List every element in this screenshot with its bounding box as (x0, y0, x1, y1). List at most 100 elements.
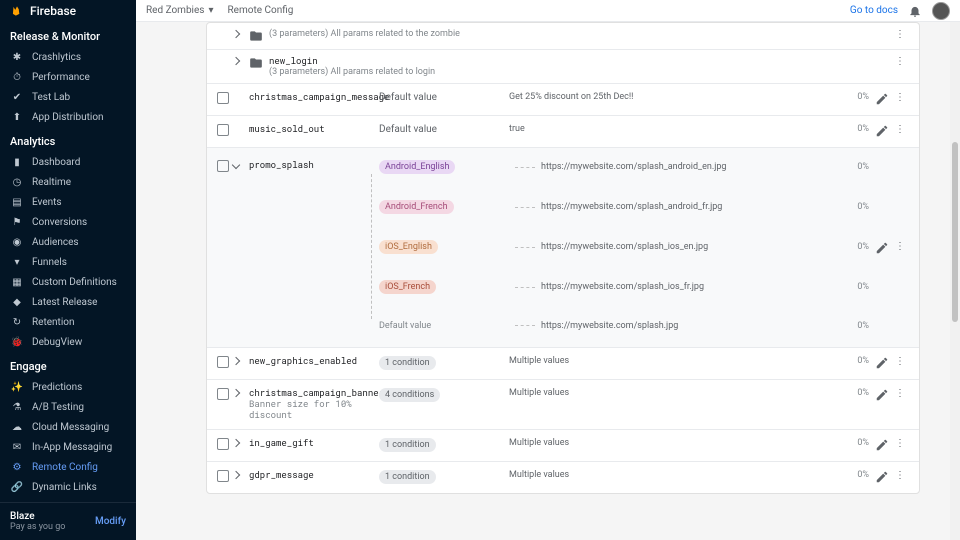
edit-button[interactable] (875, 388, 889, 402)
plan-sub: Pay as you go (10, 522, 65, 532)
row-checkbox[interactable] (217, 356, 229, 368)
predictions-icon: ✨ (10, 380, 24, 394)
nav-events[interactable]: ▤Events (0, 192, 136, 212)
row-menu[interactable]: ⋮ (895, 124, 909, 138)
connector (515, 325, 535, 326)
fetch-pct: 0% (829, 162, 869, 172)
main-content: (3 parameters) All params related to the… (136, 22, 960, 540)
param-value: Multiple values (509, 438, 829, 448)
edit-button[interactable] (875, 356, 889, 370)
param-value: https://mywebsite.com/splash_ios_fr.jpg (541, 282, 829, 292)
nav-latestrelease[interactable]: ◆Latest Release (0, 292, 136, 312)
row-checkbox[interactable] (217, 388, 229, 400)
param-value: https://mywebsite.com/splash_android_fr.… (541, 202, 829, 212)
nav-testlab[interactable]: ✔Test Lab (0, 87, 136, 107)
nav-predictions[interactable]: ✨Predictions (0, 377, 136, 397)
nav-inappmsg[interactable]: ✉In-App Messaging (0, 437, 136, 457)
avatar[interactable] (932, 2, 950, 20)
row-checkbox[interactable] (217, 438, 229, 450)
edit-button[interactable] (875, 438, 889, 452)
row-menu[interactable]: ⋮ (895, 356, 909, 370)
row-checkbox[interactable] (217, 470, 229, 482)
condition-chip: Android_French (379, 200, 454, 214)
row-menu[interactable]: ⋮ (895, 241, 909, 255)
nav-remoteconfig[interactable]: ⚙Remote Config (0, 457, 136, 477)
row-menu[interactable]: ⋮ (895, 388, 909, 402)
param-name: music_sold_out (249, 124, 379, 135)
inappmsg-icon: ✉ (10, 440, 24, 454)
nav-realtime[interactable]: ◷Realtime (0, 172, 136, 192)
crashlytics-icon: ✱ (10, 50, 24, 64)
nav-dynamiclinks[interactable]: 🔗Dynamic Links (0, 477, 136, 497)
expand-toggle[interactable] (233, 470, 249, 481)
row-checkbox[interactable] (217, 92, 229, 104)
expand-toggle[interactable] (233, 56, 249, 67)
nav-customdef[interactable]: ▦Custom Definitions (0, 272, 136, 292)
fetch-pct: 0% (829, 356, 869, 366)
row-menu[interactable]: ⋮ (895, 56, 909, 70)
edit-button[interactable] (875, 124, 889, 138)
edit-button[interactable] (875, 92, 889, 106)
row-menu[interactable]: ⋮ (895, 470, 909, 484)
expand-toggle[interactable] (233, 29, 249, 40)
fetch-pct: 0% (829, 92, 869, 102)
scrollbar-thumb[interactable] (952, 142, 958, 322)
row-menu[interactable]: ⋮ (895, 92, 909, 106)
nav-crashlytics[interactable]: ✱Crashlytics (0, 47, 136, 67)
nav-retention[interactable]: ↻Retention (0, 312, 136, 332)
param-value: https://mywebsite.com/splash.jpg (541, 321, 829, 331)
edit-button[interactable] (875, 241, 889, 255)
param-name: new_graphics_enabled (249, 356, 379, 367)
audiences-icon: ◉ (10, 235, 24, 249)
abtesting-icon: ⚗ (10, 400, 24, 414)
param-value: Multiple values (509, 388, 829, 398)
expand-toggle[interactable] (233, 388, 249, 399)
row-checkbox[interactable] (217, 124, 229, 136)
connector (515, 287, 535, 288)
group-subtitle: (3 parameters) All params related to log… (269, 67, 869, 77)
nav-appdist[interactable]: ⬆App Distribution (0, 107, 136, 127)
nav-debugview[interactable]: 🐞DebugView (0, 332, 136, 352)
nav-cloudmsg[interactable]: ☁Cloud Messaging (0, 417, 136, 437)
row-menu[interactable]: ⋮ (895, 29, 909, 43)
nav-abtesting[interactable]: ⚗A/B Testing (0, 397, 136, 417)
nav-conversions[interactable]: ⚑Conversions (0, 212, 136, 232)
fetch-pct: 0% (829, 321, 869, 331)
latestrelease-icon: ◆ (10, 295, 24, 309)
row-checkbox[interactable] (217, 160, 229, 172)
param-subtitle: Banner size for 10% discount (249, 399, 379, 421)
edit-button[interactable] (875, 470, 889, 484)
nav-dashboard[interactable]: ▮Dashboard (0, 152, 136, 172)
retention-icon: ↻ (10, 315, 24, 329)
condition-label: Default value (379, 92, 509, 103)
nav-performance[interactable]: ⏱Performance (0, 67, 136, 87)
fetch-pct: 0% (829, 242, 869, 252)
condition-line: iOS_French https://mywebsite.com/splash_… (379, 276, 869, 298)
condition-chip: iOS_French (379, 280, 436, 294)
modify-button[interactable]: Modify (95, 516, 126, 527)
param-value: https://mywebsite.com/splash_android_en.… (541, 162, 829, 172)
connector (515, 207, 535, 208)
condition-chip: 4 conditions (379, 388, 440, 402)
scrollbar[interactable] (950, 22, 960, 540)
events-icon: ▤ (10, 195, 24, 209)
param-value: Multiple values (509, 470, 829, 480)
sidebar-nav: Release & Monitor ✱Crashlytics ⏱Performa… (0, 22, 136, 502)
expand-toggle[interactable] (233, 356, 249, 367)
row-menu[interactable]: ⋮ (895, 438, 909, 452)
breadcrumb: Remote Config (228, 5, 294, 16)
nav-funnels[interactable]: ▾Funnels (0, 252, 136, 272)
param-row: music_sold_out Default value true 0% ⋮ (207, 116, 919, 148)
notifications-icon[interactable] (908, 4, 922, 18)
condition-chip: 1 condition (379, 470, 436, 484)
fetch-pct: 0% (829, 124, 869, 134)
docs-link[interactable]: Go to docs (850, 5, 898, 16)
testlab-icon: ✔ (10, 90, 24, 104)
project-selector[interactable]: Red Zombies ▾ (146, 5, 214, 16)
expand-toggle[interactable] (233, 438, 249, 449)
nav-audiences[interactable]: ◉Audiences (0, 232, 136, 252)
default-label: Default value (379, 321, 431, 331)
fetch-pct: 0% (829, 470, 869, 480)
collapse-toggle[interactable] (233, 156, 249, 335)
param-row-expanded: promo_splash Android_English https://myw… (207, 148, 919, 348)
